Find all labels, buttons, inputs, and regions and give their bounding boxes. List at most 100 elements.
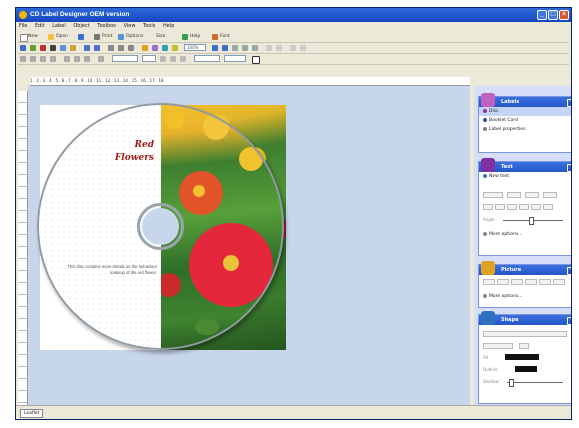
- mirror-icon[interactable]: [300, 45, 306, 51]
- bold-toggle[interactable]: [483, 204, 493, 210]
- font-size-select[interactable]: [142, 55, 156, 62]
- picture-tool-5[interactable]: [539, 279, 551, 285]
- font-button[interactable]: Font: [220, 33, 230, 41]
- italic-icon[interactable]: [170, 56, 176, 62]
- space-horizontal-icon[interactable]: [64, 56, 70, 62]
- space-vertical-icon[interactable]: [74, 56, 80, 62]
- angle-slider-knob[interactable]: [529, 217, 534, 225]
- rotate-left-icon[interactable]: [266, 45, 272, 51]
- maximize-button[interactable]: □: [548, 10, 558, 20]
- flip-icon[interactable]: [290, 45, 296, 51]
- shadow-slider-knob[interactable]: [509, 379, 514, 387]
- align-right-icon[interactable]: [128, 45, 134, 51]
- collapse-icon[interactable]: ^: [567, 267, 571, 275]
- labels-item-booklet[interactable]: Booklet Card: [479, 116, 571, 125]
- align-center-toggle[interactable]: [531, 204, 541, 210]
- align-left-icon[interactable]: [108, 45, 114, 51]
- menu-view[interactable]: View: [121, 22, 139, 31]
- send-back-icon[interactable]: [152, 45, 158, 51]
- lock-icon[interactable]: [98, 56, 104, 62]
- text-more-options[interactable]: More options...: [479, 230, 571, 239]
- pan-icon[interactable]: [252, 45, 258, 51]
- distribute-icon[interactable]: [50, 56, 56, 62]
- fill-color-swatch[interactable]: [505, 354, 539, 360]
- undo-icon[interactable]: [84, 45, 90, 51]
- menu-object[interactable]: Object: [70, 22, 92, 31]
- fill-field[interactable]: [543, 192, 557, 198]
- center-icon[interactable]: [84, 56, 90, 62]
- picture-tool-3[interactable]: [511, 279, 523, 285]
- text-panel-header[interactable]: Text ^: [479, 158, 571, 172]
- tab-leaflet[interactable]: Leaflet: [20, 409, 44, 418]
- group-icon[interactable]: [162, 45, 168, 51]
- grid-icon[interactable]: [30, 56, 36, 62]
- picture-tool-1[interactable]: [483, 279, 495, 285]
- open-button[interactable]: Open: [56, 33, 68, 41]
- size-button[interactable]: Size: [156, 33, 165, 41]
- labels-item-properties[interactable]: Label properties: [479, 125, 571, 134]
- minimize-button[interactable]: _: [537, 10, 547, 20]
- labels-panel-header[interactable]: Labels ^: [479, 93, 571, 107]
- save-icon[interactable]: [78, 34, 84, 40]
- rotate-right-icon[interactable]: [276, 45, 282, 51]
- line-color-icon[interactable]: [252, 56, 260, 64]
- collapse-icon[interactable]: ^: [567, 99, 571, 107]
- options-button[interactable]: Options: [126, 33, 143, 41]
- align-right-toggle[interactable]: [543, 204, 553, 210]
- font-field[interactable]: [483, 192, 503, 198]
- shape-panel-header[interactable]: Shape ^: [479, 311, 571, 325]
- collapse-icon[interactable]: ^: [567, 317, 571, 325]
- picture-tool-6[interactable]: [553, 279, 565, 285]
- collapse-icon[interactable]: ^: [567, 164, 571, 172]
- zoom-out-icon[interactable]: [222, 45, 228, 51]
- zoom-select[interactable]: 100%: [184, 44, 206, 51]
- align-left-toggle[interactable]: [519, 204, 529, 210]
- actual-size-icon[interactable]: [242, 45, 248, 51]
- menu-toolbox[interactable]: Toolbox: [94, 22, 119, 31]
- paste-icon[interactable]: [70, 45, 76, 51]
- menu-file[interactable]: File: [16, 22, 30, 31]
- fit-page-icon[interactable]: [232, 45, 238, 51]
- layout-icon[interactable]: [20, 45, 26, 51]
- disc-caption[interactable]: This disc contains more details on the b…: [62, 264, 157, 276]
- image-icon[interactable]: [30, 45, 36, 51]
- shape-icon[interactable]: [40, 45, 46, 51]
- disc-title-line2[interactable]: Flowers: [100, 153, 154, 163]
- shape-lock-toggle[interactable]: [519, 343, 529, 349]
- cut-icon[interactable]: [50, 45, 56, 51]
- picture-more-options[interactable]: More options...: [479, 292, 571, 301]
- close-button[interactable]: ×: [559, 10, 569, 20]
- shape-size-field[interactable]: [483, 343, 513, 349]
- underline-icon[interactable]: [180, 56, 186, 62]
- line-style-select[interactable]: [194, 55, 220, 62]
- copy-icon[interactable]: [60, 45, 66, 51]
- menu-label[interactable]: Label: [49, 22, 69, 31]
- outline-color-swatch[interactable]: [515, 366, 537, 372]
- shadow-slider-track[interactable]: [507, 382, 563, 383]
- picture-tool-4[interactable]: [525, 279, 537, 285]
- ungroup-icon[interactable]: [172, 45, 178, 51]
- picture-tool-2[interactable]: [497, 279, 509, 285]
- cd-disc[interactable]: [37, 103, 284, 350]
- shape-type-select[interactable]: [483, 331, 567, 337]
- disc-title-line1[interactable]: Red: [100, 140, 155, 150]
- help-button[interactable]: Help: [190, 33, 200, 41]
- bold-icon[interactable]: [160, 56, 166, 62]
- bring-front-icon[interactable]: [142, 45, 148, 51]
- underline-toggle[interactable]: [507, 204, 517, 210]
- picture-panel-header[interactable]: Picture ^: [479, 261, 571, 275]
- menu-help[interactable]: Help: [160, 22, 177, 31]
- labels-item-disc[interactable]: Disc: [479, 107, 571, 116]
- zoom-in-icon[interactable]: [212, 45, 218, 51]
- print-button[interactable]: Print: [102, 33, 112, 41]
- color-field[interactable]: [525, 192, 539, 198]
- size-field[interactable]: [507, 192, 521, 198]
- menu-edit[interactable]: Edit: [32, 22, 48, 31]
- snap-grid-icon[interactable]: [20, 56, 26, 62]
- italic-toggle[interactable]: [495, 204, 505, 210]
- align-center-icon[interactable]: [118, 45, 124, 51]
- menu-tools[interactable]: Tools: [140, 22, 158, 31]
- line-width-select[interactable]: [224, 55, 246, 62]
- guides-icon[interactable]: [40, 56, 46, 62]
- new-button[interactable]: New: [28, 33, 38, 41]
